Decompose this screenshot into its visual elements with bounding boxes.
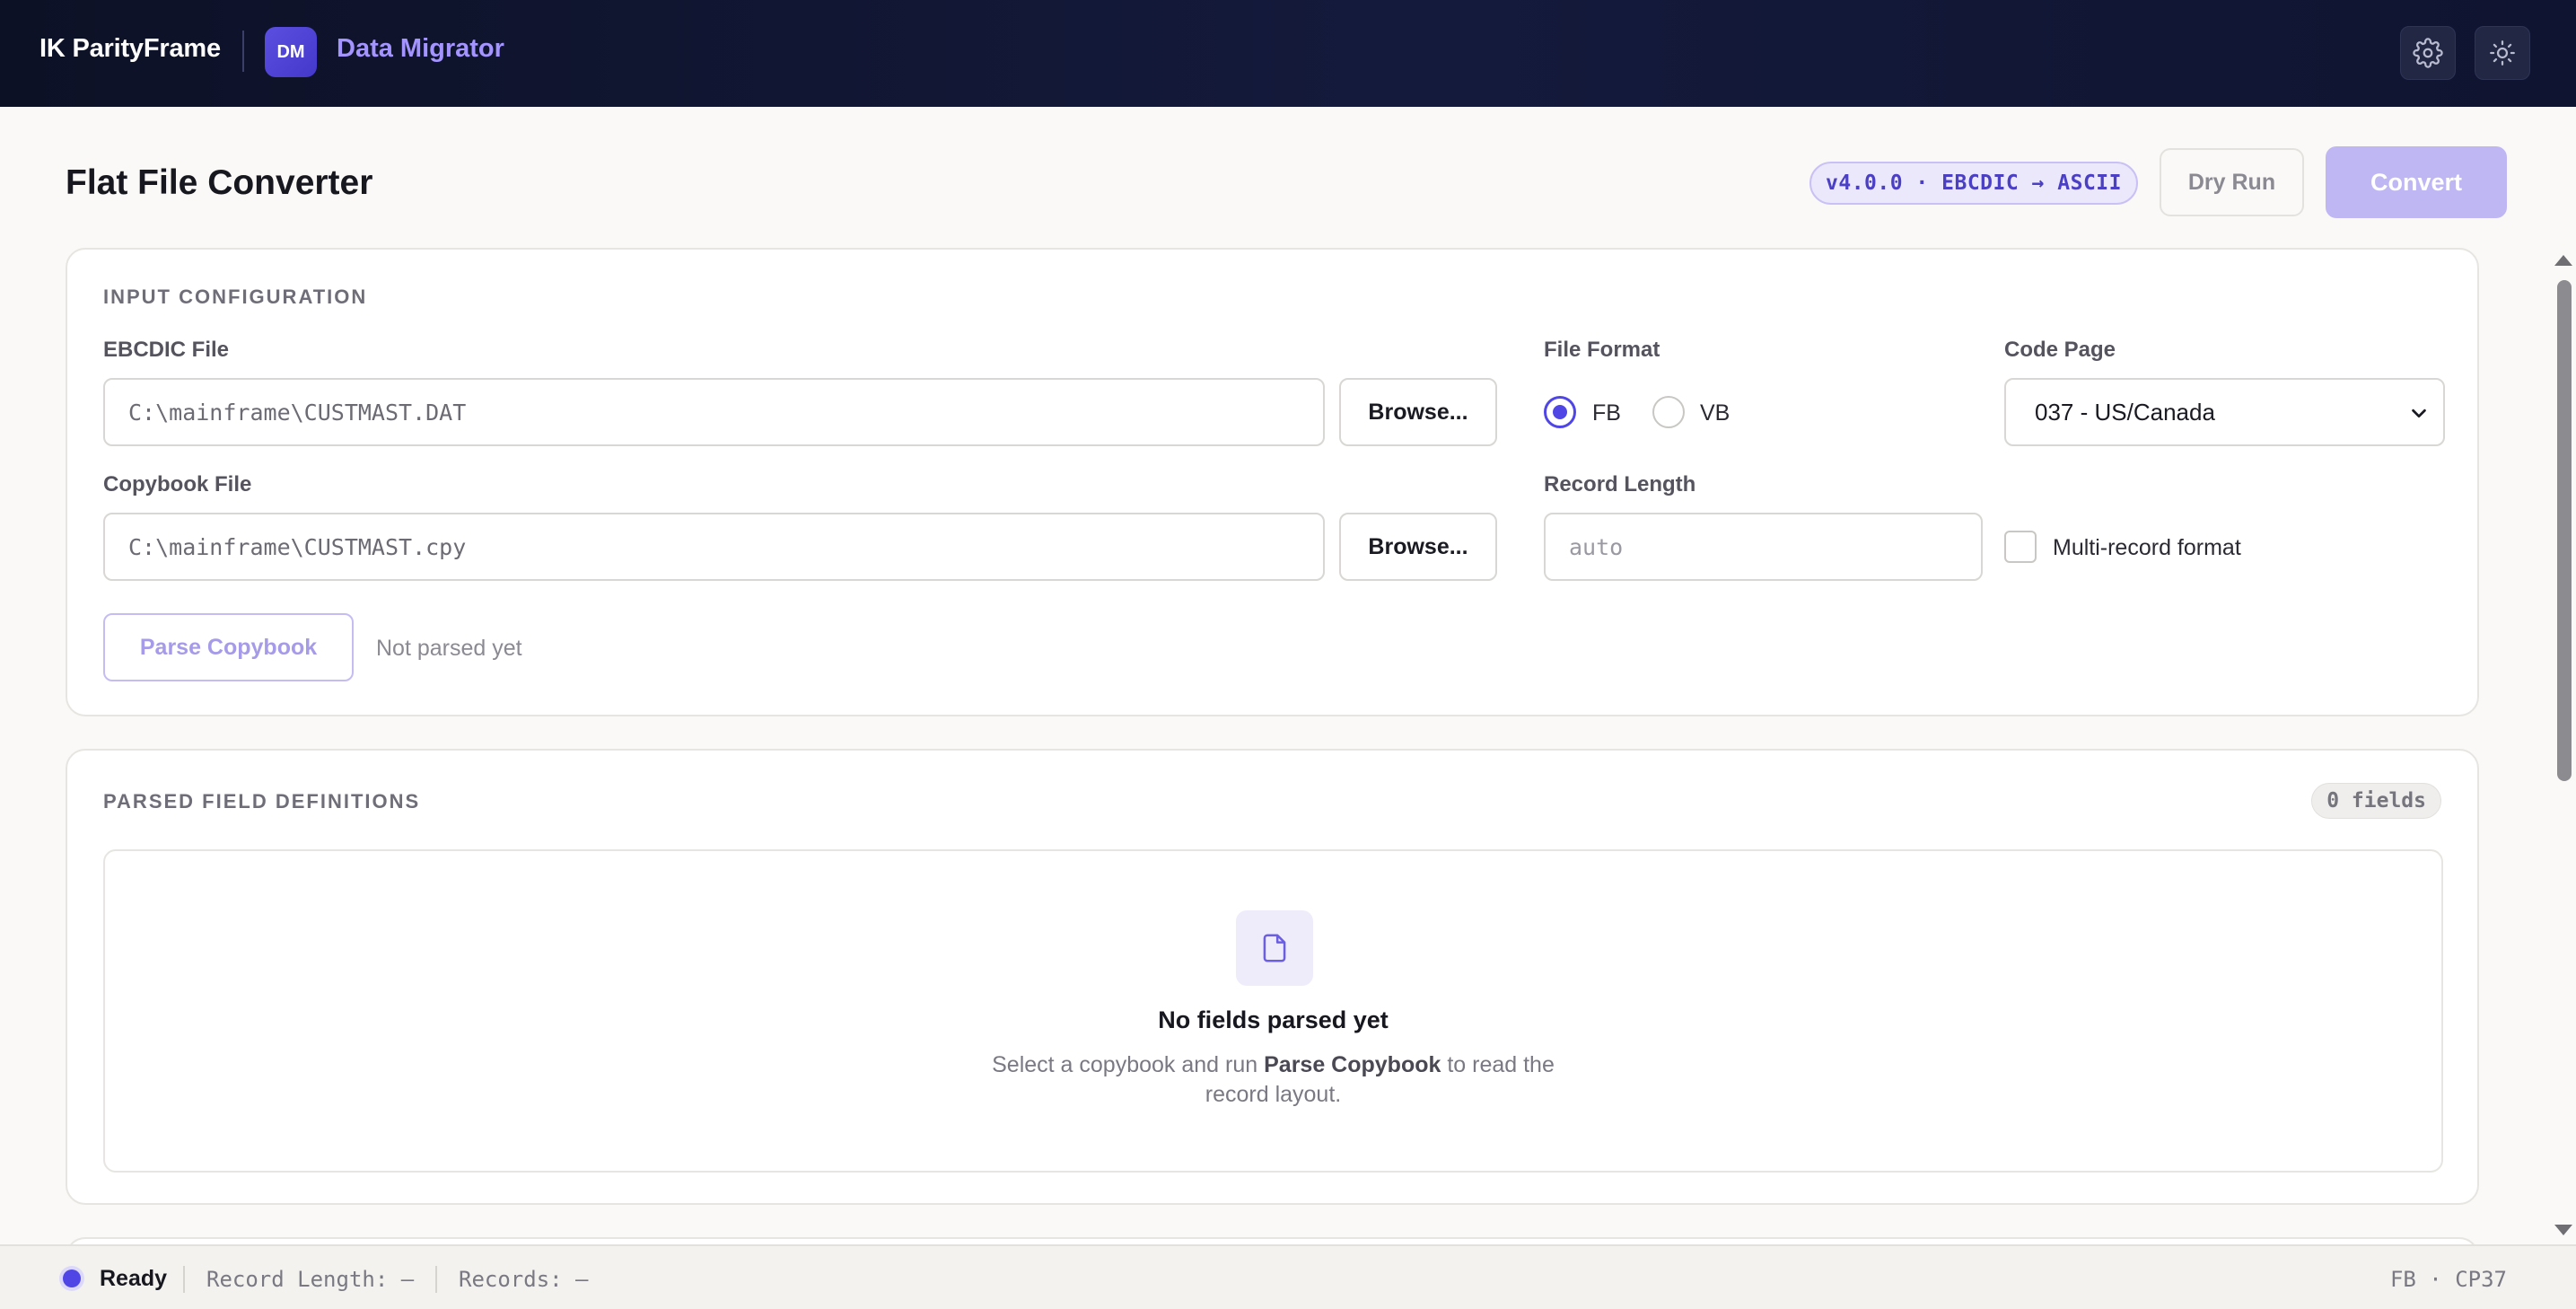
empty-state-icon-wrap bbox=[1236, 910, 1313, 986]
brand-name: IK ParityFrame bbox=[39, 34, 221, 63]
sun-icon bbox=[2490, 40, 2515, 66]
format-vb-label[interactable]: VB bbox=[1700, 400, 1730, 426]
multi-record-checkbox[interactable] bbox=[2004, 531, 2037, 563]
theme-toggle-button[interactable] bbox=[2475, 26, 2530, 80]
status-ready-text: Ready bbox=[100, 1266, 168, 1291]
document-icon bbox=[1263, 934, 1286, 962]
empty-state: No fields parsed yet Select a copybook a… bbox=[103, 849, 2443, 1173]
app-name[interactable]: Data Migrator bbox=[337, 34, 504, 64]
status-divider bbox=[435, 1266, 437, 1293]
brand-divider bbox=[242, 31, 244, 72]
settings-button[interactable] bbox=[2400, 26, 2456, 80]
scroll-down-arrow[interactable] bbox=[2554, 1225, 2572, 1235]
record-length-input[interactable]: auto bbox=[1544, 513, 1983, 581]
format-fb-label[interactable]: FB bbox=[1592, 400, 1621, 426]
top-bar: IK ParityFrame DM Data Migrator bbox=[0, 0, 2576, 107]
copybook-file-input[interactable]: C:\mainframe\CUSTMAST.cpy bbox=[103, 513, 1325, 581]
multi-record-label[interactable]: Multi-record format bbox=[2053, 535, 2241, 561]
empty-state-title: No fields parsed yet bbox=[1158, 1006, 1389, 1033]
empty-state-description: Select a copybook and run Parse Copybook… bbox=[992, 1052, 1555, 1107]
input-configuration-card: INPUT CONFIGURATION EBCDIC File C:\mainf… bbox=[66, 248, 2479, 716]
scrollbar-thumb[interactable] bbox=[2557, 280, 2572, 781]
status-indicator-dot bbox=[63, 1269, 81, 1287]
browse-ebcdic-button[interactable]: Browse... bbox=[1339, 378, 1497, 446]
app-badge: DM bbox=[265, 27, 317, 77]
record-length-label: Record Length bbox=[1544, 472, 1696, 496]
page-title: Flat File Converter bbox=[66, 163, 373, 202]
parse-copybook-button[interactable]: Parse Copybook bbox=[103, 613, 354, 681]
dry-run-button[interactable]: Dry Run bbox=[2160, 148, 2304, 216]
format-fb-radio[interactable] bbox=[1544, 396, 1576, 428]
browse-copybook-button[interactable]: Browse... bbox=[1339, 513, 1497, 581]
status-format-codepage: FB · CP37 bbox=[2389, 1267, 2507, 1292]
file-format-label: File Format bbox=[1544, 338, 1660, 362]
code-page-label: Code Page bbox=[2004, 338, 2116, 362]
ebcdic-file-input[interactable]: C:\mainframe\CUSTMAST.DAT bbox=[103, 378, 1325, 446]
code-page-select[interactable]: 037 - US/Canada bbox=[2004, 378, 2445, 446]
chevron-down-icon bbox=[2412, 409, 2426, 418]
section-label-parsed: PARSED FIELD DEFINITIONS bbox=[103, 790, 421, 813]
scroll-up-arrow[interactable] bbox=[2554, 255, 2572, 266]
version-badge: v4.0.0 · EBCDIC → ASCII bbox=[1809, 162, 2138, 205]
format-vb-radio[interactable] bbox=[1652, 396, 1685, 428]
field-count-badge: 0 fields bbox=[2311, 783, 2441, 819]
section-label-input: INPUT CONFIGURATION bbox=[103, 286, 368, 308]
status-record-length: Record Length: — bbox=[206, 1267, 415, 1292]
convert-button[interactable]: Convert bbox=[2326, 146, 2507, 218]
parsed-field-definitions-card: PARSED FIELD DEFINITIONS 0 fields No fie… bbox=[66, 749, 2479, 1205]
code-page-value: 037 - US/Canada bbox=[2035, 398, 2215, 426]
parse-status-text: Not parsed yet bbox=[376, 636, 522, 661]
status-bar: Ready Record Length: — Records: — FB · C… bbox=[0, 1244, 2576, 1309]
gear-icon bbox=[2413, 38, 2443, 68]
ebcdic-file-label: EBCDIC File bbox=[103, 338, 230, 362]
status-divider bbox=[183, 1266, 185, 1293]
copybook-file-label: Copybook File bbox=[103, 472, 252, 496]
status-records: Records: — bbox=[459, 1267, 589, 1292]
